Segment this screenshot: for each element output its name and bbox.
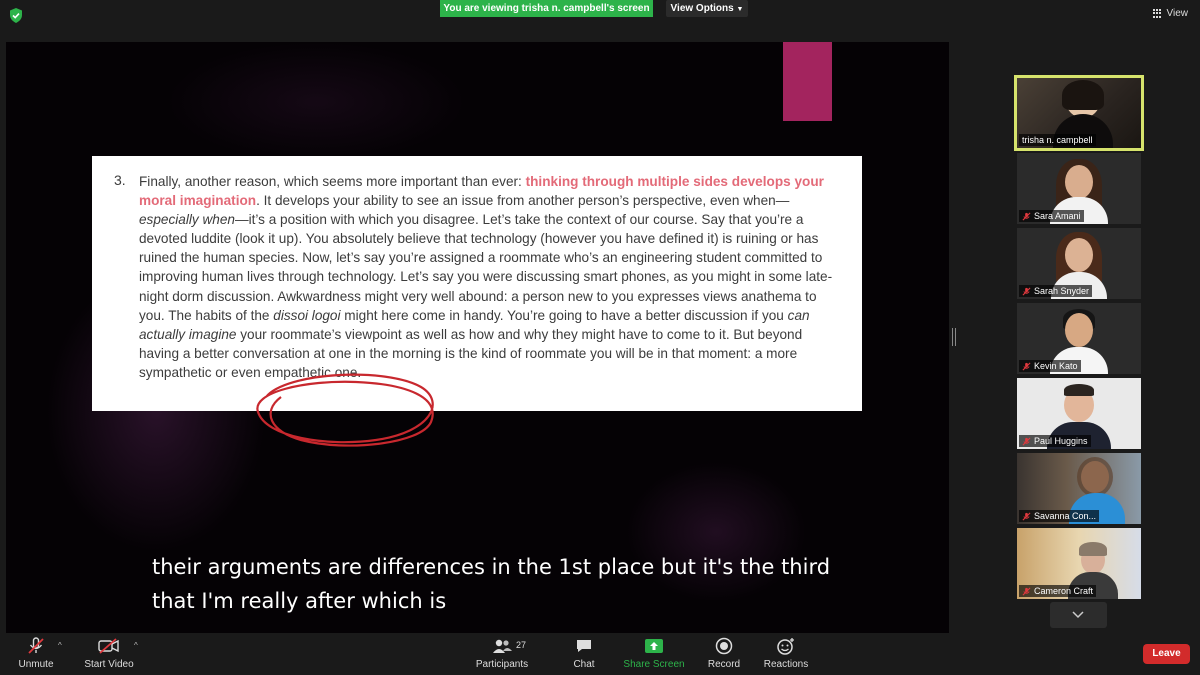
participant-name: Cameron Craft bbox=[1019, 585, 1097, 597]
mic-muted-icon bbox=[1022, 512, 1031, 521]
participants-count: 27 bbox=[516, 640, 527, 650]
caption-line-1: their arguments are differences in the 1… bbox=[152, 555, 831, 579]
view-options-button[interactable]: View Options ▼ bbox=[666, 0, 748, 17]
chat-button[interactable]: Chat bbox=[566, 637, 602, 670]
participant-name: trisha n. campbell bbox=[1019, 134, 1096, 146]
reactions-icon bbox=[762, 637, 810, 655]
chevron-down-icon: ▼ bbox=[736, 6, 744, 13]
annotation-circle bbox=[256, 373, 434, 447]
mic-muted-icon bbox=[1022, 362, 1031, 371]
leave-button[interactable]: Leave bbox=[1143, 644, 1190, 664]
pink-slide-accent bbox=[783, 42, 832, 121]
caption-line-2: that I'm really after which is bbox=[152, 589, 447, 613]
closed-caption: their arguments are differences in the 1… bbox=[152, 550, 852, 618]
reactions-label: Reactions bbox=[763, 659, 809, 670]
start-video-label: Start Video bbox=[84, 659, 134, 670]
chat-label: Chat bbox=[573, 659, 595, 670]
document-paragraph: Finally, another reason, which seems mor… bbox=[139, 174, 833, 380]
audio-options-caret[interactable]: ^ bbox=[58, 641, 62, 650]
start-video-button[interactable]: Start Video bbox=[82, 637, 136, 670]
record-button[interactable]: Record bbox=[704, 637, 744, 670]
scroll-down-button[interactable] bbox=[1050, 602, 1107, 628]
share-screen-icon bbox=[622, 637, 686, 655]
mic-muted-icon bbox=[1022, 287, 1031, 296]
top-bar: You are viewing trisha n. campbell's scr… bbox=[0, 0, 1200, 30]
mic-muted-icon bbox=[1022, 212, 1031, 221]
participant-tile[interactable]: Sara Amani bbox=[1017, 153, 1141, 224]
participant-tile[interactable]: Savanna Con... bbox=[1017, 453, 1141, 524]
view-button[interactable]: View bbox=[1152, 8, 1189, 19]
resize-handle[interactable] bbox=[952, 328, 956, 346]
chevron-down-icon bbox=[1072, 611, 1084, 619]
record-icon bbox=[704, 637, 744, 655]
avatar bbox=[1065, 165, 1093, 199]
participant-name: Savanna Con... bbox=[1019, 510, 1100, 522]
mic-muted-icon bbox=[1022, 587, 1031, 596]
mic-muted-icon bbox=[1022, 437, 1031, 446]
avatar bbox=[1065, 313, 1093, 347]
share-screen-label: Share Screen bbox=[623, 659, 685, 670]
meeting-toolbar: Unmute ^ Start Video ^ Participants 27 C… bbox=[0, 633, 1200, 675]
video-options-caret[interactable]: ^ bbox=[134, 641, 138, 650]
participant-name: Kevin Kato bbox=[1019, 360, 1081, 372]
unmute-label: Unmute bbox=[18, 659, 54, 670]
mic-muted-icon bbox=[14, 637, 58, 655]
avatar bbox=[1065, 238, 1093, 272]
reactions-button[interactable]: Reactions bbox=[762, 637, 810, 670]
participant-tile[interactable]: Kevin Kato bbox=[1017, 303, 1141, 374]
record-label: Record bbox=[707, 659, 741, 670]
shield-check-icon[interactable] bbox=[9, 8, 23, 23]
participant-name: Sara Amani bbox=[1019, 210, 1084, 222]
view-button-label: View bbox=[1166, 8, 1189, 19]
share-screen-button[interactable]: Share Screen bbox=[622, 637, 686, 670]
list-number: 3. bbox=[114, 172, 126, 188]
participant-name: Paul Huggins bbox=[1019, 435, 1091, 447]
unmute-button[interactable]: Unmute bbox=[14, 637, 58, 670]
participant-tile[interactable]: Cameron Craft bbox=[1017, 528, 1141, 599]
participants-label: Participants bbox=[475, 659, 529, 670]
shared-screen: 3. Finally, another reason, which seems … bbox=[6, 42, 949, 633]
participant-name: Sarah Snyder bbox=[1019, 285, 1093, 297]
participant-tile[interactable]: Sarah Snyder bbox=[1017, 228, 1141, 299]
view-options-label: View Options bbox=[670, 3, 734, 14]
video-off-icon bbox=[82, 637, 136, 655]
viewing-screen-banner: You are viewing trisha n. campbell's scr… bbox=[440, 0, 653, 17]
chat-icon bbox=[566, 637, 602, 655]
grid-view-icon bbox=[1152, 9, 1163, 18]
participant-tile-active[interactable]: trisha n. campbell bbox=[1014, 75, 1144, 151]
participant-tile[interactable]: Paul Huggins bbox=[1017, 378, 1141, 449]
